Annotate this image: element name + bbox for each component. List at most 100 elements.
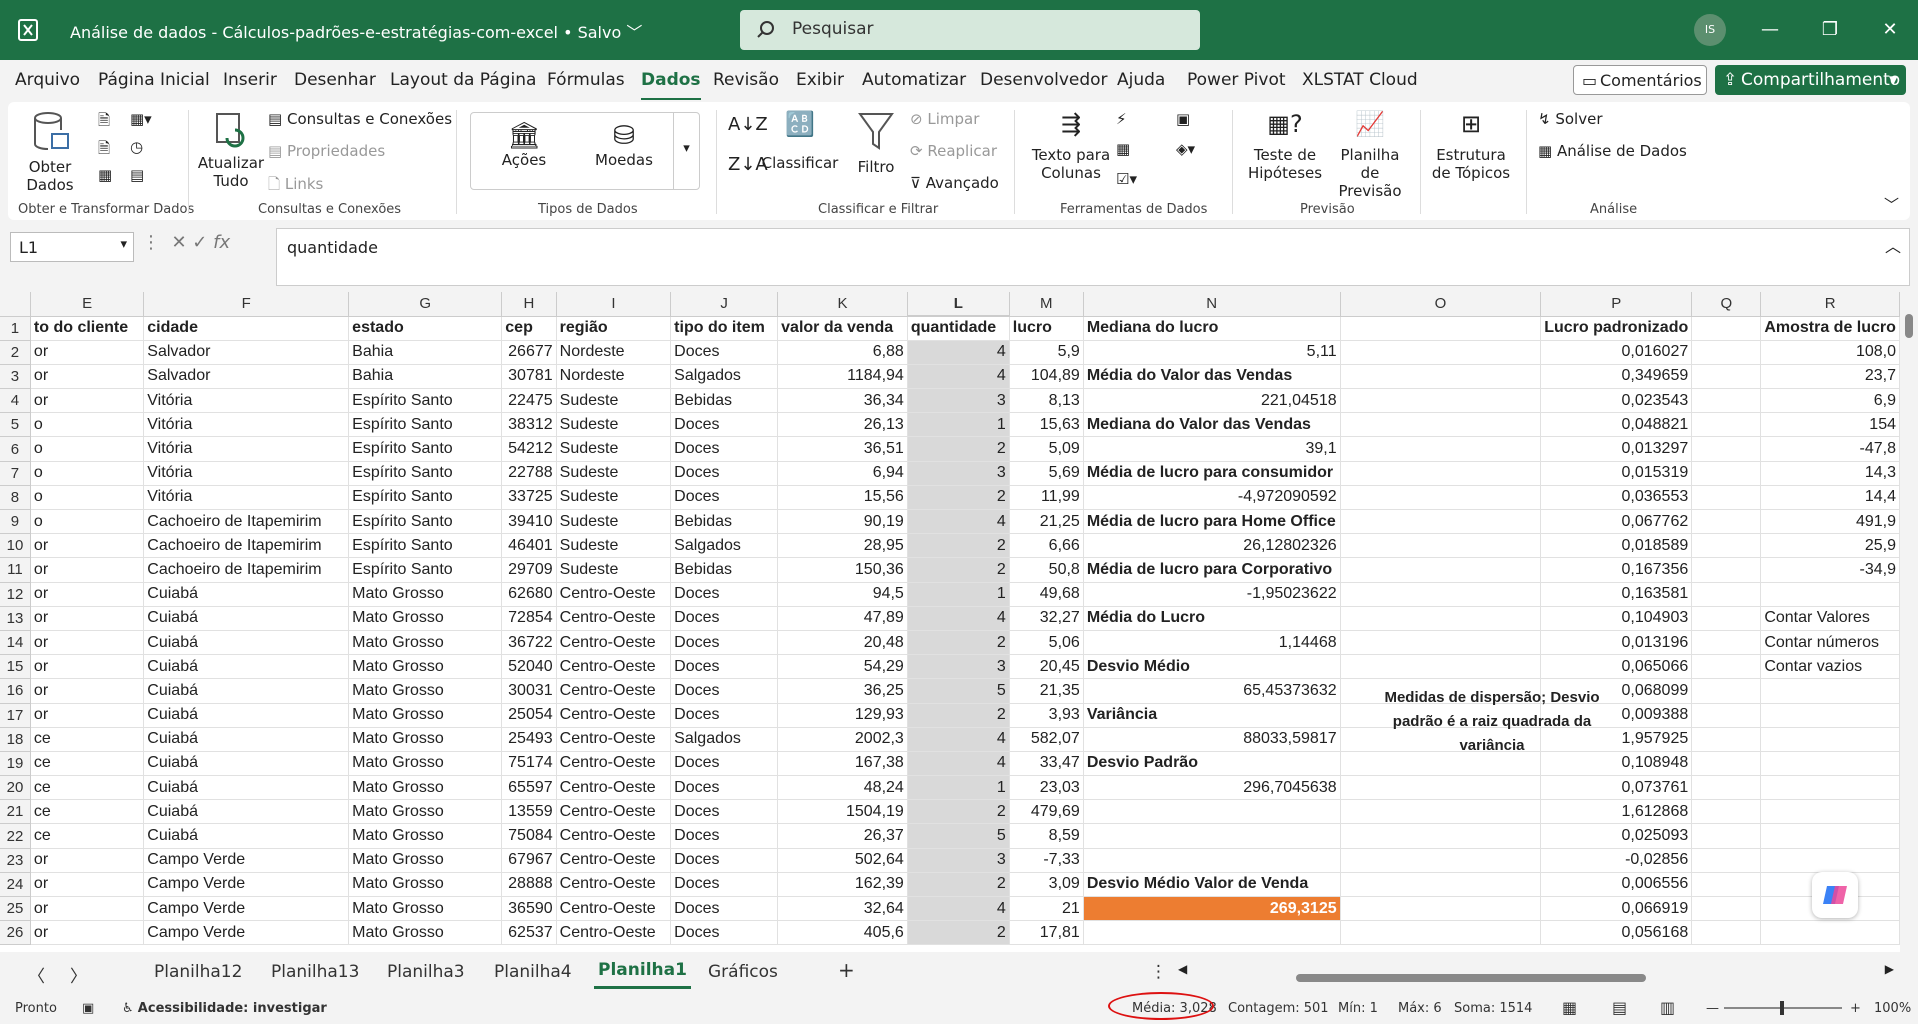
cell-i24[interactable]: Centro-Oeste	[556, 872, 672, 898]
cell-n24[interactable]: Desvio Médio Valor de Venda	[1083, 872, 1341, 898]
row-header[interactable]: 10	[0, 533, 31, 559]
cell-r23[interactable]	[1760, 848, 1900, 873]
cell-p9[interactable]: 0,067762	[1540, 509, 1693, 535]
cell-n15[interactable]: Desvio Médio	[1083, 654, 1341, 680]
cell-i1[interactable]: região	[556, 316, 672, 341]
filter-button[interactable]: Filtro	[848, 110, 904, 176]
comments-button[interactable]: ▭ Comentários	[1573, 65, 1707, 95]
row-header[interactable]: 7	[0, 461, 31, 486]
from-text-icon[interactable]: 🗎	[98, 110, 110, 135]
cell-m8[interactable]: 11,99	[1009, 485, 1084, 511]
cell-l19[interactable]: 4	[907, 751, 1010, 777]
column-header-h[interactable]: H	[501, 292, 557, 317]
share-button[interactable]: ⇪ Compartilhamento ▾	[1715, 65, 1906, 95]
more-options-icon[interactable]: ⋮	[142, 232, 160, 253]
tab-layout-da-pagina[interactable]: Layout da Página	[390, 70, 536, 90]
sheet-tab-planilha3[interactable]: Planilha3	[387, 962, 465, 982]
cell-j4[interactable]: Bebidas	[670, 388, 779, 414]
cell-f15[interactable]: Cuiabá	[143, 654, 350, 680]
cell-p3[interactable]: 0,349659	[1540, 364, 1693, 390]
cell-g2[interactable]: Bahia	[348, 340, 503, 365]
cell-r8[interactable]: 14,4	[1760, 485, 1900, 511]
cell-i15[interactable]: Centro-Oeste	[556, 654, 672, 680]
cell-p10[interactable]: 0,018589	[1540, 533, 1693, 559]
cell-n13[interactable]: Média do Lucro	[1083, 606, 1341, 631]
cell-o21[interactable]	[1340, 799, 1542, 825]
cell-o12[interactable]	[1340, 582, 1542, 607]
cell-i9[interactable]: Sudeste	[556, 509, 672, 535]
cell-e2[interactable]: or	[30, 340, 145, 365]
cell-q1[interactable]	[1691, 316, 1762, 341]
cell-l9[interactable]: 4	[907, 509, 1010, 535]
cell-h6[interactable]: 54212	[501, 436, 557, 462]
row-header[interactable]: 24	[0, 872, 31, 898]
cell-q8[interactable]	[1691, 485, 1762, 511]
cell-h2[interactable]: 26677	[501, 340, 557, 365]
cell-p11[interactable]: 0,167356	[1540, 557, 1693, 583]
cell-q26[interactable]	[1691, 920, 1762, 946]
cell-r3[interactable]: 23,7	[1760, 364, 1900, 390]
cell-k15[interactable]: 54,29	[777, 654, 908, 680]
cell-i20[interactable]: Centro-Oeste	[556, 775, 672, 801]
reapply-button[interactable]: ⟳ Reaplicar	[910, 142, 997, 160]
cell-g7[interactable]: Espírito Santo	[348, 461, 503, 486]
cell-i11[interactable]: Sudeste	[556, 557, 672, 583]
cell-j11[interactable]: Bebidas	[670, 557, 779, 583]
row-header[interactable]: 11	[0, 557, 31, 583]
cell-j8[interactable]: Doces	[670, 485, 779, 511]
cell-j16[interactable]: Doces	[670, 678, 779, 704]
row-header[interactable]: 4	[0, 388, 31, 414]
cell-q21[interactable]	[1691, 799, 1762, 825]
cell-j7[interactable]: Doces	[670, 461, 779, 486]
queries-connections-button[interactable]: ▤ Consultas e Conexões	[268, 110, 452, 128]
cell-f16[interactable]: Cuiabá	[143, 678, 350, 704]
cell-p13[interactable]: 0,104903	[1540, 606, 1693, 631]
cell-k13[interactable]: 47,89	[777, 606, 908, 631]
cell-k17[interactable]: 129,93	[777, 703, 908, 728]
cell-f1[interactable]: cidade	[143, 316, 350, 341]
cell-i3[interactable]: Nordeste	[556, 364, 672, 390]
cell-g18[interactable]: Mato Grosso	[348, 727, 503, 752]
sheet-tab-planilha13[interactable]: Planilha13	[271, 962, 359, 982]
refresh-all-button[interactable]: Atualizar Tudo	[196, 110, 266, 190]
cell-m11[interactable]: 50,8	[1009, 557, 1084, 583]
cell-l24[interactable]: 2	[907, 872, 1010, 898]
cell-f8[interactable]: Vitória	[143, 485, 350, 511]
cell-g20[interactable]: Mato Grosso	[348, 775, 503, 801]
cell-i8[interactable]: Sudeste	[556, 485, 672, 511]
cell-h10[interactable]: 46401	[501, 533, 557, 559]
cell-i22[interactable]: Centro-Oeste	[556, 823, 672, 849]
cell-e16[interactable]: or	[30, 678, 145, 704]
from-table-icon[interactable]: ▦	[98, 166, 112, 184]
cell-h1[interactable]: cep	[501, 316, 557, 341]
cell-e6[interactable]: o	[30, 436, 145, 462]
cell-o6[interactable]	[1340, 436, 1542, 462]
cell-e5[interactable]: o	[30, 412, 145, 438]
column-header-r[interactable]: R	[1760, 292, 1900, 317]
cell-l21[interactable]: 2	[907, 799, 1010, 825]
cell-o22[interactable]	[1340, 823, 1542, 849]
cell-n2[interactable]: 5,11	[1083, 340, 1341, 365]
cell-q17[interactable]	[1691, 703, 1762, 728]
cell-q5[interactable]	[1691, 412, 1762, 438]
cell-h12[interactable]: 62680	[501, 582, 557, 607]
zoom-in-icon[interactable]: +	[1850, 1001, 1861, 1016]
cell-r7[interactable]: 14,3	[1760, 461, 1900, 486]
cell-k6[interactable]: 36,51	[777, 436, 908, 462]
cell-q24[interactable]	[1691, 872, 1762, 898]
cell-e10[interactable]: or	[30, 533, 145, 559]
from-file-icon[interactable]: ▤	[130, 166, 144, 184]
cell-l20[interactable]: 1	[907, 775, 1010, 801]
cell-k2[interactable]: 6,88	[777, 340, 908, 365]
cell-m17[interactable]: 3,93	[1009, 703, 1084, 728]
cell-k22[interactable]: 26,37	[777, 823, 908, 849]
cell-k8[interactable]: 15,56	[777, 485, 908, 511]
minimize-button[interactable]: —	[1750, 14, 1790, 46]
add-sheet-icon[interactable]: +	[838, 958, 855, 982]
vertical-scrollbar[interactable]	[1900, 292, 1918, 952]
cell-e19[interactable]: ce	[30, 751, 145, 777]
cell-m23[interactable]: -7,33	[1009, 848, 1084, 873]
cell-i21[interactable]: Centro-Oeste	[556, 799, 672, 825]
cell-p1[interactable]: Lucro padronizado	[1540, 316, 1693, 341]
cell-q7[interactable]	[1691, 461, 1762, 486]
